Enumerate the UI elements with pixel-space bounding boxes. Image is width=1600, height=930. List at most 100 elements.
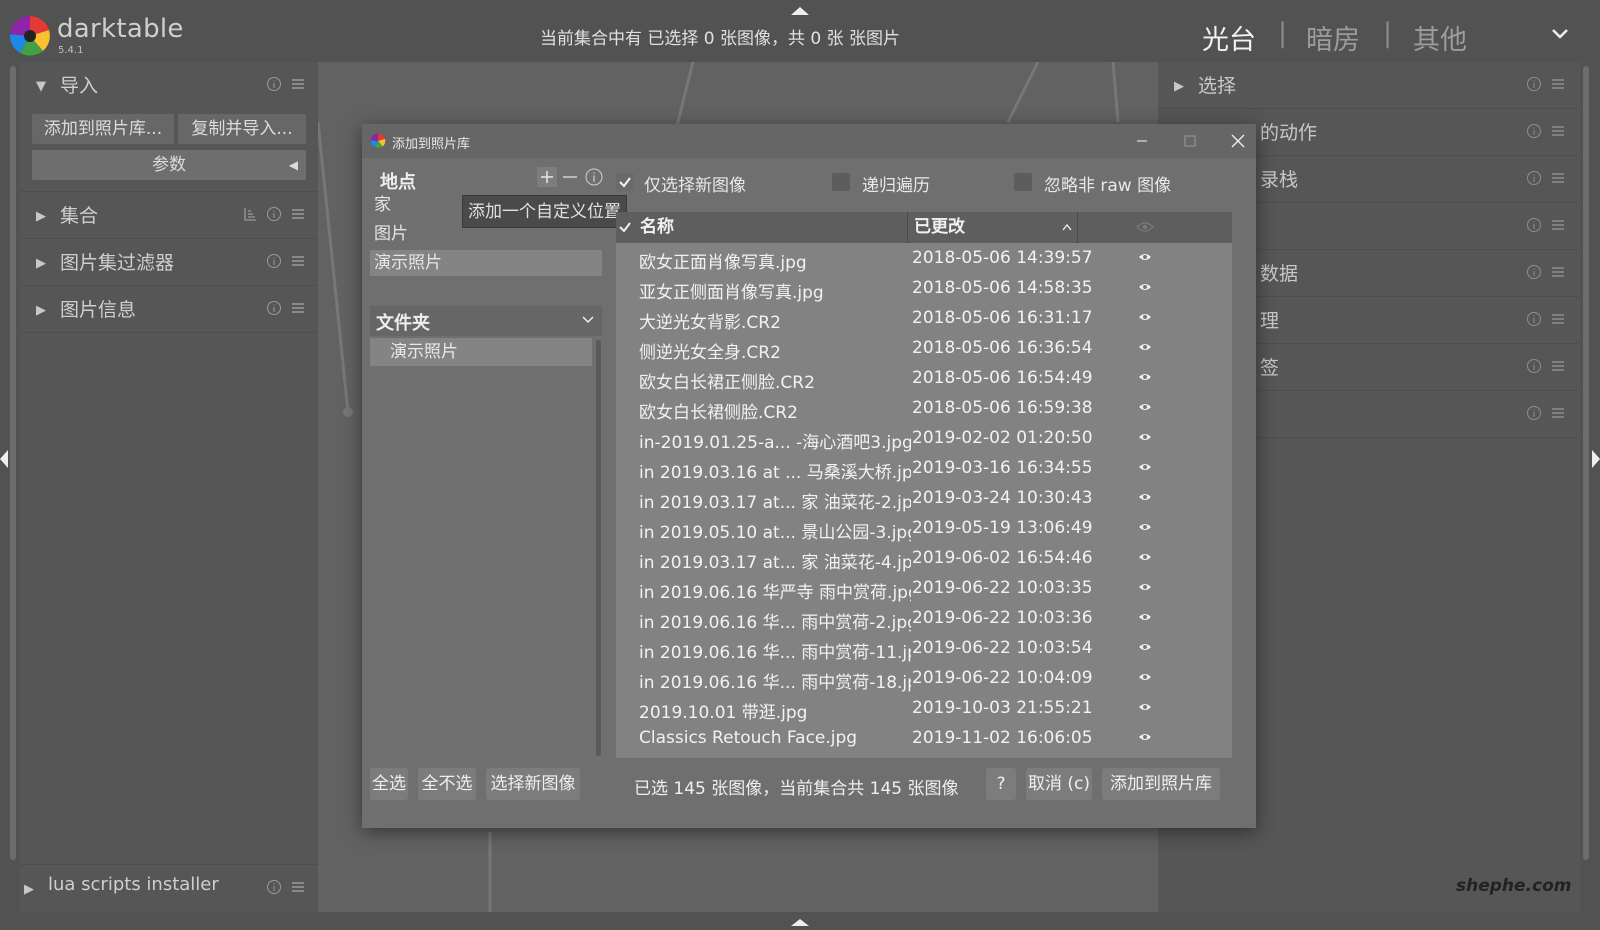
chevron-down-icon[interactable] xyxy=(582,316,594,324)
eye-icon[interactable] xyxy=(1138,492,1152,502)
sort-icon[interactable] xyxy=(242,206,258,222)
select-all-button[interactable]: 全选 xyxy=(370,768,408,800)
info-icon[interactable] xyxy=(1526,311,1542,327)
info-icon[interactable] xyxy=(266,879,282,895)
info-icon[interactable] xyxy=(1526,217,1542,233)
eye-column-icon[interactable] xyxy=(1136,221,1154,233)
toggle-bottom-panel-icon[interactable] xyxy=(791,911,809,930)
table-row[interactable]: in 2019.06.16 华... 雨中赏荷-11.jpg 2019-06-22… xyxy=(616,634,1220,664)
eye-icon[interactable] xyxy=(1138,342,1152,352)
folders-header[interactable]: 文件夹 xyxy=(370,306,602,336)
table-row[interactable]: 欧女白长裙侧脸.CR2 2018-05-06 16:59:38 xyxy=(616,394,1220,424)
info-icon[interactable] xyxy=(266,76,282,92)
presets-menu-icon[interactable] xyxy=(1550,405,1566,421)
table-row[interactable]: 侧逆光女全身.CR2 2018-05-06 16:36:54 xyxy=(616,334,1220,364)
add-place-icon[interactable] xyxy=(536,166,558,188)
view-tab-darkroom[interactable]: 暗房 xyxy=(1306,18,1360,57)
table-row[interactable]: 欧女白长裙正侧脸.CR2 2018-05-06 16:54:49 xyxy=(616,364,1220,394)
copy-and-import-button[interactable]: 复制并导入... xyxy=(178,114,306,144)
table-row[interactable]: in-2019.01.25-a... -海心酒吧3.jpg 2019-02-02 … xyxy=(616,424,1220,454)
eye-icon[interactable] xyxy=(1138,672,1152,682)
eye-icon[interactable] xyxy=(1138,732,1152,742)
info-icon[interactable] xyxy=(266,253,282,269)
module-title[interactable]: 导入 xyxy=(60,71,98,98)
presets-menu-icon[interactable] xyxy=(1550,123,1566,139)
parameters-button[interactable]: 参数 ◀ xyxy=(32,150,306,180)
table-row[interactable]: Classics Retouch Face.jpg 2019-11-02 16:0… xyxy=(616,724,1220,754)
maximize-icon[interactable] xyxy=(1170,128,1210,154)
presets-menu-icon[interactable] xyxy=(1550,170,1566,186)
eye-icon[interactable] xyxy=(1138,312,1152,322)
recursive-checkbox[interactable] xyxy=(832,173,850,191)
presets-menu-icon[interactable] xyxy=(290,76,306,92)
sort-ascending-icon[interactable] xyxy=(1062,224,1072,231)
eye-icon[interactable] xyxy=(1138,552,1152,562)
presets-menu-icon[interactable] xyxy=(290,253,306,269)
table-row[interactable]: in 2019.05.10 at... 景山公园-3.jpg 2019-05-19… xyxy=(616,514,1220,544)
cancel-button[interactable]: 取消 (c) xyxy=(1026,768,1092,800)
table-row[interactable]: 大逆光女背影.CR2 2018-05-06 16:31:17 xyxy=(616,304,1220,334)
view-tab-lighttable[interactable]: 光台 xyxy=(1202,18,1256,57)
eye-icon[interactable] xyxy=(1138,252,1152,262)
eye-icon[interactable] xyxy=(1138,612,1152,622)
presets-menu-icon[interactable] xyxy=(1550,264,1566,280)
info-icon[interactable] xyxy=(1526,405,1542,421)
info-icon[interactable] xyxy=(1526,170,1542,186)
presets-menu-icon[interactable] xyxy=(1550,76,1566,92)
info-icon[interactable] xyxy=(1526,358,1542,374)
module-title[interactable]: 理 xyxy=(1260,306,1279,333)
toggle-left-panel-icon[interactable] xyxy=(0,450,8,472)
info-icon[interactable] xyxy=(1526,76,1542,92)
info-icon[interactable] xyxy=(266,300,282,316)
eye-icon[interactable] xyxy=(1138,372,1152,382)
eye-icon[interactable] xyxy=(1138,432,1152,442)
table-row[interactable]: in 2019.06.16 华... 雨中赏荷-18.jpg 2019-06-22… xyxy=(616,664,1220,694)
info-icon[interactable] xyxy=(266,206,282,222)
module-title[interactable]: 图片集过滤器 xyxy=(60,248,174,275)
expand-arrow-icon[interactable]: ▶ xyxy=(24,882,34,897)
expand-arrow-icon[interactable]: ▶ xyxy=(36,209,46,224)
module-title[interactable]: 图片信息 xyxy=(60,295,136,322)
add-to-library-button[interactable]: 添加到照片库... xyxy=(32,114,174,144)
table-row[interactable]: in 2019.03.16 at ... 马桑溪大桥.jpg 2019-03-16… xyxy=(616,454,1220,484)
eye-icon[interactable] xyxy=(1138,462,1152,472)
add-to-library-confirm-button[interactable]: 添加到照片库 xyxy=(1102,768,1220,800)
presets-menu-icon[interactable] xyxy=(1550,358,1566,374)
eye-icon[interactable] xyxy=(1138,702,1152,712)
presets-menu-icon[interactable] xyxy=(1550,311,1566,327)
toggle-top-panel-icon[interactable] xyxy=(791,0,809,19)
table-row[interactable]: in 2019.06.16 华... 雨中赏荷-2.jpg 2019-06-22 … xyxy=(616,604,1220,634)
eye-icon[interactable] xyxy=(1138,642,1152,652)
expand-arrow-icon[interactable]: ▶ xyxy=(1174,79,1184,94)
info-icon[interactable] xyxy=(584,167,604,187)
table-row[interactable]: 欧女正面肖像写真.jpg 2018-05-06 14:39:57 xyxy=(616,244,1220,274)
only-new-checkbox[interactable] xyxy=(616,173,634,191)
presets-menu-icon[interactable] xyxy=(290,300,306,316)
place-item-demo-photos[interactable]: 演示照片 xyxy=(370,250,602,276)
dialog-titlebar[interactable]: 添加到照片库 xyxy=(362,124,1256,158)
module-title[interactable]: 选择 xyxy=(1198,71,1236,98)
column-header-name[interactable]: 名称 xyxy=(636,212,908,243)
table-row[interactable]: 2019.10.01 带逛.jpg 2019-10-03 21:55:21 xyxy=(616,694,1220,724)
ignore-nonraw-checkbox[interactable] xyxy=(1014,173,1032,191)
module-title[interactable]: 数据 xyxy=(1260,259,1298,286)
toggle-right-panel-icon[interactable] xyxy=(1592,450,1600,472)
folders-scrollbar[interactable] xyxy=(596,340,601,756)
module-title[interactable]: 录栈 xyxy=(1260,165,1298,192)
left-panel-scrollbar[interactable] xyxy=(10,66,16,860)
expand-arrow-icon[interactable]: ▼ xyxy=(36,79,46,94)
module-title[interactable]: 的动作 xyxy=(1260,118,1317,145)
minimize-icon[interactable] xyxy=(1122,128,1162,154)
select-new-button[interactable]: 选择新图像 xyxy=(486,768,580,800)
presets-menu-icon[interactable] xyxy=(1550,217,1566,233)
module-title[interactable]: 签 xyxy=(1260,353,1279,380)
select-none-button[interactable]: 全不选 xyxy=(418,768,476,800)
view-tab-other[interactable]: 其他 xyxy=(1413,18,1467,57)
expand-arrow-icon[interactable]: ▶ xyxy=(36,303,46,318)
table-row[interactable]: 亚女正侧面肖像写真.jpg 2018-05-06 14:58:35 xyxy=(616,274,1220,304)
folder-item-demo-photos[interactable]: 演示照片 xyxy=(370,338,592,366)
column-header-modified[interactable]: 已更改 xyxy=(910,212,1078,243)
eye-icon[interactable] xyxy=(1138,402,1152,412)
presets-menu-icon[interactable] xyxy=(290,206,306,222)
chevron-down-icon[interactable] xyxy=(1551,28,1569,40)
